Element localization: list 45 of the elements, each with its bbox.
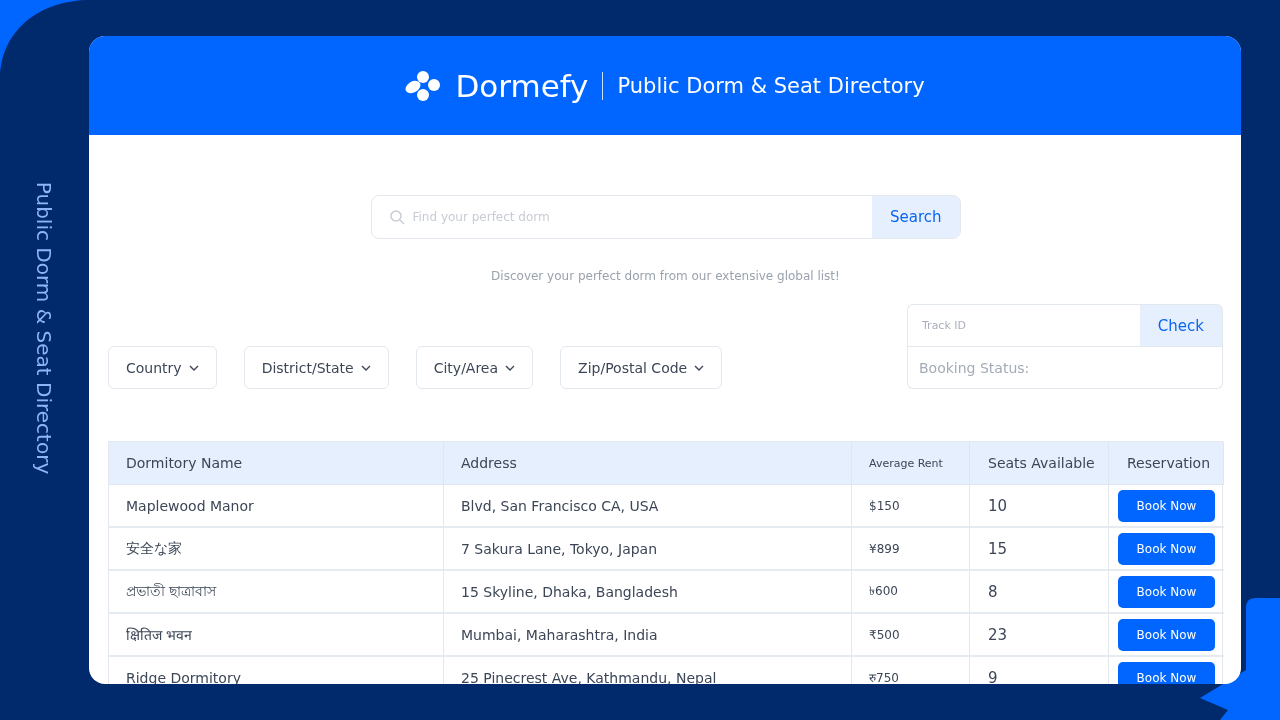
search-caption: Discover your perfect dorm from our extensive global list!: [491, 269, 840, 283]
table-cell: 10: [970, 485, 1109, 528]
book-now-button[interactable]: Book Now: [1118, 661, 1215, 684]
search-icon: [389, 209, 405, 225]
table-cell: 7 Sakura Lane, Tokyo, Japan: [444, 528, 852, 571]
table-cell: 15: [970, 528, 1109, 571]
book-now-button[interactable]: Book Now: [1118, 618, 1215, 651]
book-now-button[interactable]: Book Now: [1118, 489, 1215, 522]
book-now-button[interactable]: Book Now: [1118, 532, 1215, 565]
table-cell: 15 Skyline, Dhaka, Bangladesh: [444, 571, 852, 614]
table-cell: 23: [970, 614, 1109, 657]
table-cell: क्षितिज भवन: [109, 614, 444, 657]
chevron-down-icon: [505, 364, 516, 371]
column-header: Address: [444, 442, 852, 485]
chevron-down-icon: [188, 364, 199, 371]
logo-icon: [405, 69, 442, 102]
table-cell: 9: [970, 657, 1109, 684]
table-cell: Mumbai, Maharashtra, India: [444, 614, 852, 657]
brand-name: Dormefy: [455, 67, 589, 104]
column-header: Reservation: [1109, 442, 1224, 485]
search-field[interactable]: Find your perfect dorm Search: [370, 195, 961, 239]
column-header: Average Rent: [852, 442, 970, 485]
table-cell: रु750: [852, 657, 970, 684]
table-cell: 安全な家: [109, 528, 444, 571]
table-cell: প্রভাতী ছাত্রাবাস: [109, 571, 444, 614]
column-header: Dormitory Name: [109, 442, 444, 485]
book-now-button[interactable]: Book Now: [1118, 575, 1215, 608]
table-cell: Maplewood Manor: [109, 485, 444, 528]
table-cell: ₹500: [852, 614, 970, 657]
table-cell: Blvd, San Francisco CA, USA: [444, 485, 852, 528]
filter-dropdown[interactable]: Zip/Postal Code: [560, 346, 723, 389]
filter-dropdown[interactable]: District/State: [243, 346, 389, 389]
page-title: Public Dorm & Seat Directory: [617, 73, 925, 98]
filter-dropdown[interactable]: City/Area: [415, 346, 534, 389]
table-cell: 8: [970, 571, 1109, 614]
filter-dropdown[interactable]: Country: [108, 346, 217, 389]
column-header: Seats Available: [970, 442, 1109, 485]
table-cell: $150: [852, 485, 970, 528]
booking-status: Booking Status:: [907, 347, 1223, 389]
search-button[interactable]: Search: [871, 196, 960, 238]
table-cell: ৳600: [852, 571, 970, 614]
chevron-down-icon: [360, 364, 371, 371]
side-title: Public Dorm & Seat Directory: [32, 181, 57, 474]
chevron-down-icon: [694, 364, 705, 371]
table-cell: ¥899: [852, 528, 970, 571]
